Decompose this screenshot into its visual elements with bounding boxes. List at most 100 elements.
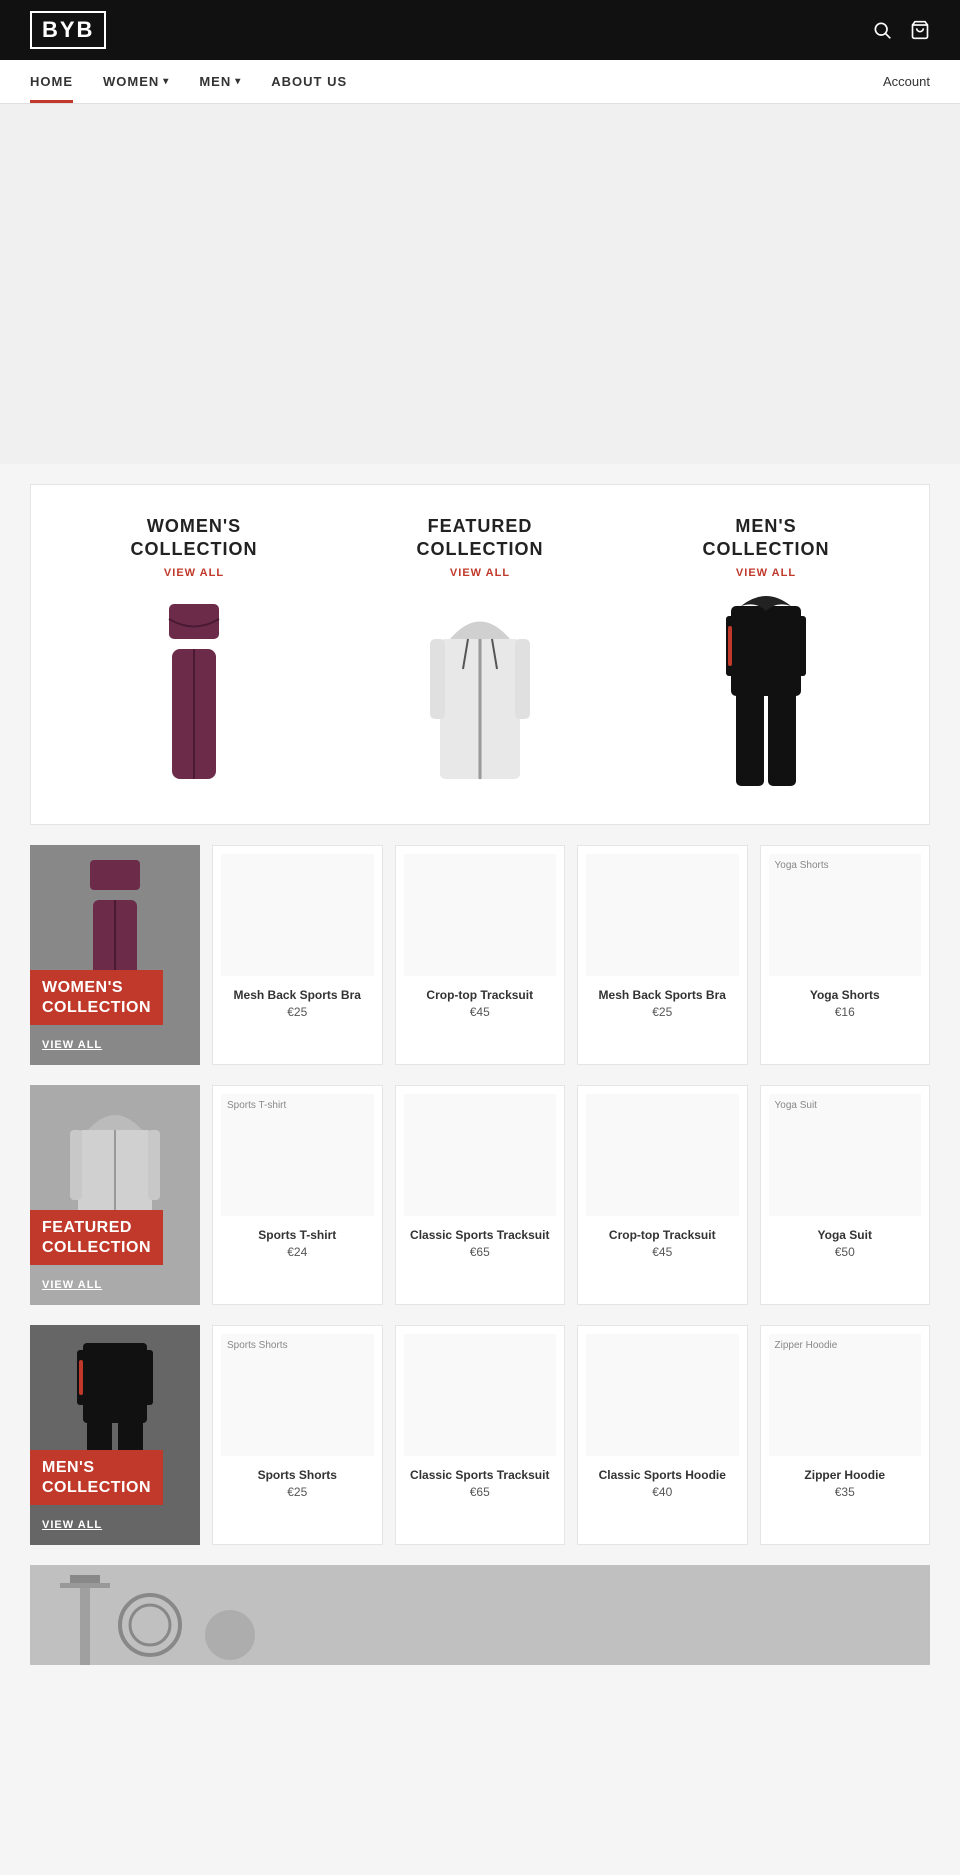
product-price: €45	[586, 1245, 739, 1259]
product-card[interactable]: Yoga Shorts Yoga Shorts €16	[760, 845, 931, 1065]
collection-card-women[interactable]: WOMEN'SCOLLECTION VIEW ALL	[30, 845, 200, 1065]
card-viewall[interactable]: VIEW ALL	[42, 1039, 102, 1051]
section-featured: FEATUREDCOLLECTION VIEW ALL Sports T-shi…	[30, 1085, 930, 1305]
section-men: MEN'SCOLLECTION VIEW ALL Sports Shorts S…	[30, 1325, 930, 1545]
product-card[interactable]: Crop-top Tracksuit €45	[395, 845, 566, 1065]
product-price: €25	[586, 1005, 739, 1019]
women-collection-image	[51, 594, 337, 794]
product-info: Crop-top Tracksuit €45	[404, 984, 557, 1023]
nav-item-about[interactable]: ABOUT US	[271, 60, 347, 103]
women-collection-title: WOMEN'SCOLLECTION	[51, 515, 337, 562]
product-price: €40	[586, 1485, 739, 1499]
nav: HOME WOMEN ▾ MEN ▾ ABOUT US Account	[0, 60, 960, 104]
chevron-down-icon: ▾	[235, 76, 241, 87]
cart-icon[interactable]	[910, 20, 930, 40]
product-name: Yoga Shorts	[769, 988, 922, 1002]
product-image	[404, 1334, 557, 1456]
product-info: Classic Sports Tracksuit €65	[404, 1464, 557, 1503]
product-name: Mesh Back Sports Bra	[221, 988, 374, 1002]
product-info: Crop-top Tracksuit €45	[586, 1224, 739, 1263]
card-viewall[interactable]: VIEW ALL	[42, 1519, 102, 1531]
product-image	[586, 1334, 739, 1456]
product-image-label: Sports Shorts	[227, 1340, 288, 1351]
product-name: Mesh Back Sports Bra	[586, 988, 739, 1002]
product-card[interactable]: Sports Shorts Sports Shorts €25	[212, 1325, 383, 1545]
product-info: Mesh Back Sports Bra €25	[221, 984, 374, 1023]
product-card[interactable]: Crop-top Tracksuit €45	[577, 1085, 748, 1305]
nav-item-women[interactable]: WOMEN ▾	[103, 60, 169, 103]
bottom-image	[30, 1565, 930, 1665]
featured-collection-item: FEATUREDCOLLECTION VIEW ALL	[337, 515, 623, 794]
women-collection-item: WOMEN'SCOLLECTION VIEW ALL	[51, 515, 337, 794]
collection-card-men[interactable]: MEN'SCOLLECTION VIEW ALL	[30, 1325, 200, 1545]
product-price: €24	[221, 1245, 374, 1259]
nav-account[interactable]: Account	[883, 74, 930, 89]
product-card[interactable]: Zipper Hoodie Zipper Hoodie €35	[760, 1325, 931, 1545]
product-image	[221, 854, 374, 976]
product-image: Yoga Shorts	[769, 854, 922, 976]
product-image	[404, 1094, 557, 1216]
product-name: Crop-top Tracksuit	[404, 988, 557, 1002]
card-viewall[interactable]: VIEW ALL	[42, 1279, 102, 1291]
product-name: Crop-top Tracksuit	[586, 1228, 739, 1242]
product-card[interactable]: Classic Sports Tracksuit €65	[395, 1085, 566, 1305]
product-price: €65	[404, 1245, 557, 1259]
nav-item-home[interactable]: HOME	[30, 60, 73, 103]
product-info: Sports T-shirt €24	[221, 1224, 374, 1263]
product-name: Classic Sports Tracksuit	[404, 1468, 557, 1482]
men-view-all[interactable]: VIEW ALL	[623, 567, 909, 579]
card-label: WOMEN'SCOLLECTION	[30, 970, 163, 1024]
product-card[interactable]: Mesh Back Sports Bra €25	[577, 845, 748, 1065]
nav-left: HOME WOMEN ▾ MEN ▾ ABOUT US	[30, 60, 347, 103]
product-image-label: Zipper Hoodie	[775, 1340, 838, 1351]
nav-item-men[interactable]: MEN ▾	[199, 60, 241, 103]
product-card[interactable]: Classic Sports Hoodie €40	[577, 1325, 748, 1545]
card-label: MEN'SCOLLECTION	[30, 1450, 163, 1504]
product-price: €35	[769, 1485, 922, 1499]
product-image: Zipper Hoodie	[769, 1334, 922, 1456]
featured-collection-title: FEATUREDCOLLECTION	[337, 515, 623, 562]
product-image	[586, 854, 739, 976]
product-sections: WOMEN'SCOLLECTION VIEW ALL Mesh Back Spo…	[0, 845, 960, 1545]
product-price: €45	[404, 1005, 557, 1019]
featured-view-all[interactable]: VIEW ALL	[337, 567, 623, 579]
men-collection-image	[623, 594, 909, 794]
product-info: Classic Sports Tracksuit €65	[404, 1224, 557, 1263]
section-women: WOMEN'SCOLLECTION VIEW ALL Mesh Back Spo…	[30, 845, 930, 1065]
product-image: Sports Shorts	[221, 1334, 374, 1456]
card-label: FEATUREDCOLLECTION	[30, 1210, 163, 1264]
product-price: €25	[221, 1005, 374, 1019]
product-info: Classic Sports Hoodie €40	[586, 1464, 739, 1503]
men-collection-item: MEN'SCOLLECTION VIEW ALL	[623, 515, 909, 794]
product-card[interactable]: Mesh Back Sports Bra €25	[212, 845, 383, 1065]
women-view-all[interactable]: VIEW ALL	[51, 567, 337, 579]
product-name: Classic Sports Tracksuit	[404, 1228, 557, 1242]
product-card[interactable]: Classic Sports Tracksuit €65	[395, 1325, 566, 1545]
men-collection-title: MEN'SCOLLECTION	[623, 515, 909, 562]
product-info: Sports Shorts €25	[221, 1464, 374, 1503]
product-price: €65	[404, 1485, 557, 1499]
header-icons	[872, 20, 930, 40]
product-name: Sports T-shirt	[221, 1228, 374, 1242]
search-icon[interactable]	[872, 20, 892, 40]
product-name: Sports Shorts	[221, 1468, 374, 1482]
product-name: Zipper Hoodie	[769, 1468, 922, 1482]
product-image: Sports T-shirt	[221, 1094, 374, 1216]
product-row-men: MEN'SCOLLECTION VIEW ALL Sports Shorts S…	[30, 1325, 930, 1545]
product-info: Yoga Suit €50	[769, 1224, 922, 1263]
product-card[interactable]: Sports T-shirt Sports T-shirt €24	[212, 1085, 383, 1305]
product-price: €16	[769, 1005, 922, 1019]
product-row-featured: FEATUREDCOLLECTION VIEW ALL Sports T-shi…	[30, 1085, 930, 1305]
product-price: €25	[221, 1485, 374, 1499]
product-info: Mesh Back Sports Bra €25	[586, 984, 739, 1023]
collections-banner: WOMEN'SCOLLECTION VIEW ALL FEATUREDCOLLE…	[30, 484, 930, 825]
collection-card-featured[interactable]: FEATUREDCOLLECTION VIEW ALL	[30, 1085, 200, 1305]
header: BYB	[0, 0, 960, 60]
hero-banner	[0, 104, 960, 464]
logo[interactable]: BYB	[30, 11, 106, 49]
product-image-label: Yoga Shorts	[775, 860, 829, 871]
product-name: Classic Sports Hoodie	[586, 1468, 739, 1482]
product-price: €50	[769, 1245, 922, 1259]
product-card[interactable]: Yoga Suit Yoga Suit €50	[760, 1085, 931, 1305]
featured-collection-image	[337, 594, 623, 794]
